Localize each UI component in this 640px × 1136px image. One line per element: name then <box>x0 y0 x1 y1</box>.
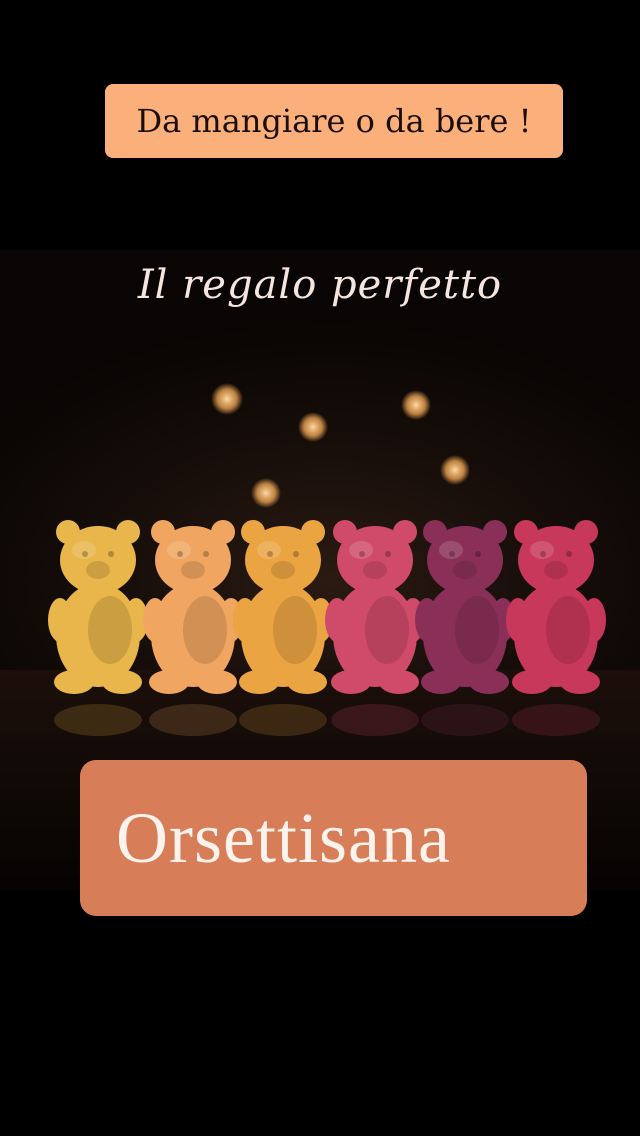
brand-box: Orsettisana <box>80 760 587 916</box>
bokeh-light <box>298 412 328 442</box>
bokeh-light <box>211 383 243 415</box>
bokeh-light <box>440 455 470 485</box>
top-banner: Da mangiare o da bere ! <box>105 84 563 158</box>
bokeh-light <box>401 390 431 420</box>
subtitle: Il regalo perfetto <box>137 262 503 308</box>
bokeh-light <box>251 478 281 508</box>
brand-name: Orsettisana <box>116 797 451 878</box>
